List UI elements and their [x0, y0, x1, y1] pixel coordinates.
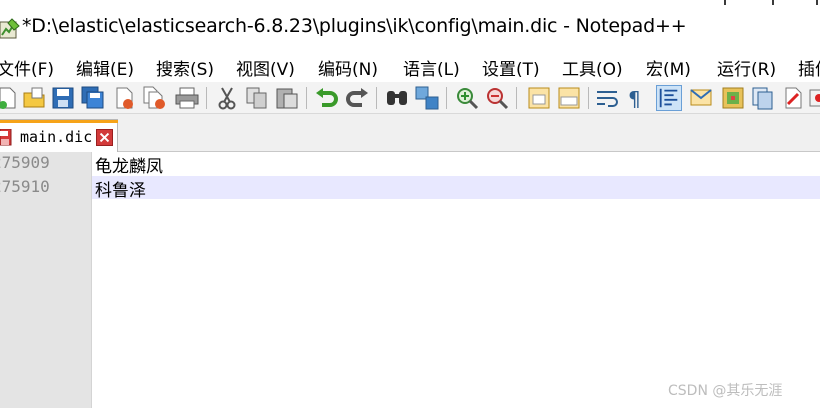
text-line[interactable]: 科鲁泽: [95, 176, 146, 201]
zoom-out-icon[interactable]: [484, 85, 510, 111]
new-file-icon[interactable]: [0, 85, 20, 111]
window-title: *D:\elastic\elasticsearch-6.8.23\plugins…: [22, 15, 687, 37]
line-number: 275909: [0, 153, 50, 172]
line-number-gutter: 275909 275910: [0, 152, 92, 408]
cut-icon[interactable]: [214, 85, 240, 111]
replace-icon[interactable]: [414, 85, 440, 111]
tab-bar: main.dic: [0, 114, 820, 152]
editor-area[interactable]: 275909 275910 龟龙麟凤 科鲁泽: [0, 152, 820, 408]
close-icon[interactable]: [96, 129, 113, 146]
save-icon[interactable]: [50, 85, 76, 111]
record-macro-icon[interactable]: [808, 85, 820, 111]
folder-workspace-icon[interactable]: [720, 85, 746, 111]
indent-guide-icon[interactable]: [656, 85, 682, 111]
word-wrap-icon[interactable]: [594, 85, 620, 111]
menu-edit[interactable]: 编辑(E): [76, 55, 134, 80]
menu-plugins[interactable]: 插件: [798, 55, 820, 80]
current-line-highlight: [92, 176, 820, 199]
toolbar-separator: [306, 87, 307, 109]
sync-vertical-icon[interactable]: [526, 85, 552, 111]
toolbar-separator: [446, 87, 447, 109]
menu-view[interactable]: 视图(V): [236, 55, 295, 80]
close-all-icon[interactable]: [142, 85, 168, 111]
function-list-icon[interactable]: [750, 85, 776, 111]
menu-encoding[interactable]: 编码(N): [318, 55, 378, 80]
title-bar: *D:\elastic\elasticsearch-6.8.23\plugins…: [0, 0, 820, 52]
text-line[interactable]: 龟龙麟凤: [95, 152, 163, 177]
watermark: CSDN @其乐无涯: [668, 383, 783, 399]
doc-switcher-icon[interactable]: [780, 85, 806, 111]
menu-file[interactable]: 文件(F): [0, 55, 54, 80]
document-map-icon[interactable]: [688, 85, 714, 111]
tab-label: main.dic: [20, 128, 93, 146]
undo-icon[interactable]: [314, 85, 340, 111]
print-icon[interactable]: [174, 85, 200, 111]
show-all-chars-icon[interactable]: ¶: [622, 85, 648, 111]
sync-horizontal-icon[interactable]: [556, 85, 582, 111]
open-file-icon[interactable]: [22, 85, 48, 111]
menu-macro[interactable]: 宏(M): [646, 55, 691, 80]
toolbar-separator: [206, 87, 207, 109]
menu-tools[interactable]: 工具(O): [562, 55, 623, 80]
window-top-edge: [0, 0, 820, 6]
toolbar-separator: [376, 87, 377, 109]
menu-settings[interactable]: 设置(T): [482, 55, 540, 80]
svg-text:¶: ¶: [628, 87, 641, 111]
menu-language[interactable]: 语言(L): [403, 55, 460, 80]
menu-search[interactable]: 搜索(S): [156, 55, 214, 80]
zoom-in-icon[interactable]: [454, 85, 480, 111]
menu-bar: 文件(F) 编辑(E) 搜索(S) 视图(V) 编码(N) 语言(L) 设置(T…: [0, 52, 820, 82]
active-tab-indicator: [0, 120, 118, 123]
line-number: 275910: [0, 177, 50, 196]
tab-main-dic[interactable]: main.dic: [0, 119, 118, 152]
menu-run[interactable]: 运行(R): [717, 55, 776, 80]
redo-icon[interactable]: [344, 85, 370, 111]
paste-icon[interactable]: [274, 85, 300, 111]
find-icon[interactable]: [384, 85, 410, 111]
toolbar-separator: [516, 87, 517, 109]
close-icon[interactable]: [112, 85, 138, 111]
save-all-icon[interactable]: [80, 85, 106, 111]
copy-icon[interactable]: [244, 85, 270, 111]
toolbar-separator: [588, 87, 589, 109]
notepad-plus-plus-app-icon: [0, 18, 20, 39]
unsaved-file-icon: [0, 129, 12, 146]
toolbar: ¶: [0, 82, 820, 114]
